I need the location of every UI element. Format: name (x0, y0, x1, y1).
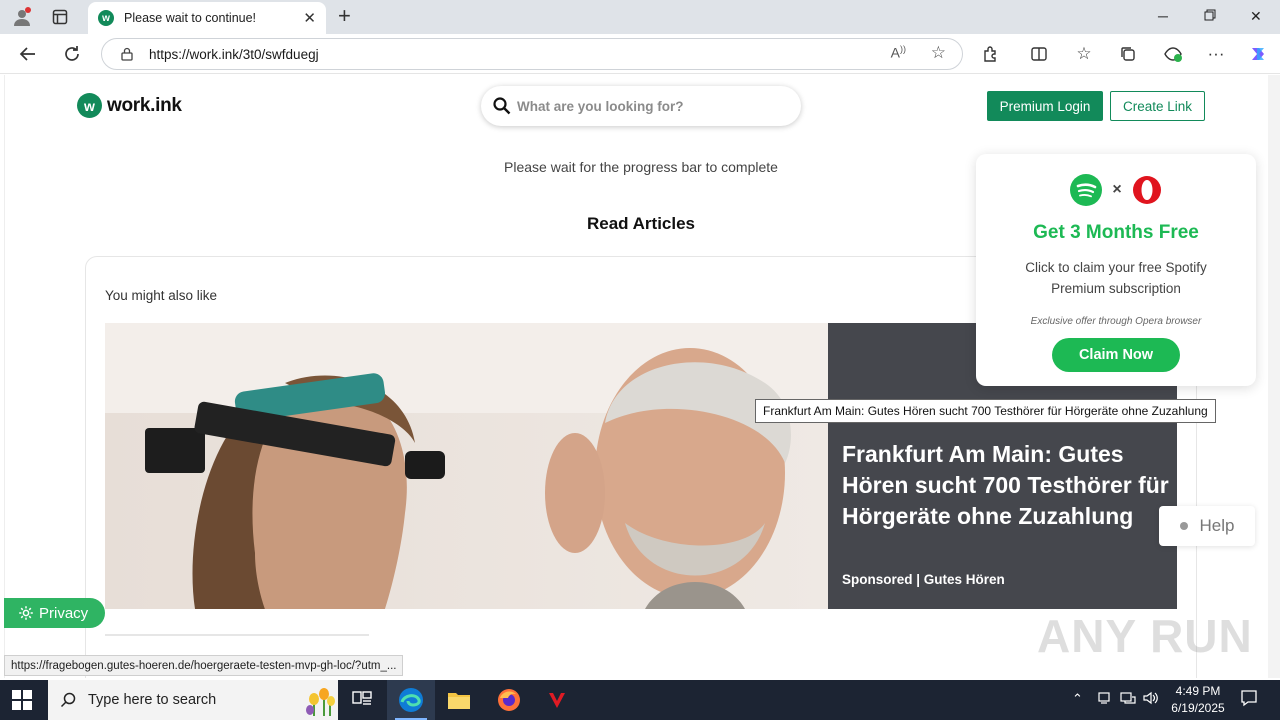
extensions-icon[interactable] (979, 42, 1003, 66)
copilot-icon[interactable] (1246, 42, 1270, 66)
workspaces-icon[interactable] (48, 5, 72, 29)
promo-times-symbol: × (1112, 181, 1122, 198)
article-title[interactable]: Frankfurt Am Main: Gutes Hören sucht 700… (842, 439, 1172, 532)
split-screen-icon[interactable] (1027, 42, 1051, 66)
help-label: Help (1199, 516, 1235, 535)
taskbar-clock[interactable]: 4:49 PM 6/19/2025 (1162, 683, 1234, 717)
taskbar-search-icon (60, 692, 76, 708)
article-tooltip: Frankfurt Am Main: Gutes Hören sucht 700… (755, 399, 1216, 423)
vivaldi-red-icon[interactable] (533, 680, 581, 720)
close-window-icon[interactable]: ✕ (1250, 8, 1262, 25)
promo-logos: × (976, 174, 1256, 206)
privacy-label: Privacy (39, 604, 89, 622)
refresh-icon[interactable] (60, 42, 84, 66)
firefox-icon[interactable] (485, 680, 533, 720)
workink-favicon-icon: w (98, 10, 114, 26)
tray-volume-icon[interactable] (1143, 691, 1159, 708)
article-sponsor: Sponsored | Gutes Hören (842, 572, 1005, 587)
clock-date: 6/19/2025 (1171, 701, 1225, 715)
status-bar-url: https://fragebogen.gutes-hoeren.de/hoerg… (4, 655, 404, 676)
create-link-button[interactable]: Create Link (1110, 91, 1205, 121)
premium-login-button[interactable]: Premium Login (987, 91, 1103, 121)
gear-icon (19, 606, 33, 620)
edge-taskbar-icon[interactable] (387, 680, 435, 720)
promo-exclusive-note: Exclusive offer through Opera browser (1030, 316, 1202, 327)
windows-start-icon[interactable] (12, 690, 32, 710)
collections-icon[interactable] (1116, 42, 1140, 66)
opera-logo-icon (1132, 176, 1161, 204)
file-explorer-icon[interactable] (435, 680, 483, 720)
favorites-icon[interactable]: ☆ (1072, 42, 1096, 66)
help-button[interactable]: Help (1159, 506, 1255, 546)
tray-chevron-icon[interactable]: ⌃ (1072, 691, 1083, 707)
tray-monitor-icon[interactable] (1120, 691, 1136, 708)
new-tab-icon[interactable]: + (338, 5, 351, 27)
article-image[interactable] (105, 323, 828, 609)
restore-icon[interactable] (1204, 8, 1216, 24)
spotify-logo-icon (1070, 174, 1103, 206)
help-dot-icon (1179, 522, 1188, 530)
tab-close-icon[interactable]: ✕ (303, 9, 316, 27)
browser-essentials-icon[interactable] (1161, 42, 1185, 66)
you-might-also-like-label: You might also like (105, 288, 218, 303)
site-logo[interactable]: w work.ink (77, 93, 182, 118)
lock-icon[interactable] (120, 47, 134, 61)
search-icon[interactable] (493, 97, 511, 115)
active-tab[interactable]: w Please wait to continue! ✕ (88, 2, 326, 34)
flowers-decoration-icon (306, 688, 335, 716)
search-input[interactable] (517, 95, 787, 117)
minimize-icon[interactable]: ─ (1158, 8, 1168, 24)
taskbar-search-placeholder: Type here to search (88, 692, 217, 708)
url-text[interactable]: https://work.ink/3t0/swfduegj (149, 47, 319, 62)
browser-tab-bar: w Please wait to continue! ✕ + ─ ✕ (0, 0, 1280, 34)
workink-logo-icon: w (77, 93, 102, 118)
page-scrollbar[interactable] (1268, 75, 1280, 678)
tray-network-icon[interactable] (1097, 691, 1111, 708)
back-icon[interactable] (16, 42, 40, 66)
tab-title: Please wait to continue! (124, 11, 257, 25)
browser-nav-bar: https://work.ink/3t0/swfduegj A)) ☆ ☆ ··… (0, 34, 1280, 74)
windows-taskbar: Type here to search ⌃ 4:49 PM 6/19/2025 (0, 680, 1280, 720)
site-name: work.ink (107, 94, 182, 116)
notifications-icon[interactable] (1240, 689, 1258, 710)
profile-icon[interactable] (10, 5, 34, 29)
favorite-star-icon[interactable]: ☆ (931, 43, 946, 63)
site-search (481, 86, 801, 126)
promo-headline: Get 3 Months Free (1033, 222, 1199, 243)
privacy-button[interactable]: Privacy (4, 598, 105, 628)
read-aloud-icon[interactable]: A)) (891, 44, 906, 61)
taskbar-search[interactable]: Type here to search (48, 680, 338, 720)
address-bar[interactable]: https://work.ink/3t0/swfduegj A)) ☆ (101, 38, 963, 70)
more-options-icon[interactable]: ··· (1204, 42, 1228, 66)
spotify-promo-card[interactable]: × Get 3 Months Free Click to claim your … (976, 154, 1256, 386)
task-view-icon[interactable] (338, 680, 386, 720)
claim-now-button[interactable]: Claim Now (1052, 338, 1180, 372)
progress-track (105, 634, 369, 636)
clock-time: 4:49 PM (1175, 684, 1221, 698)
anyrun-watermark: ANY RUN (1037, 610, 1253, 662)
promo-description: Click to claim your free Spotify Premium… (1025, 260, 1207, 296)
